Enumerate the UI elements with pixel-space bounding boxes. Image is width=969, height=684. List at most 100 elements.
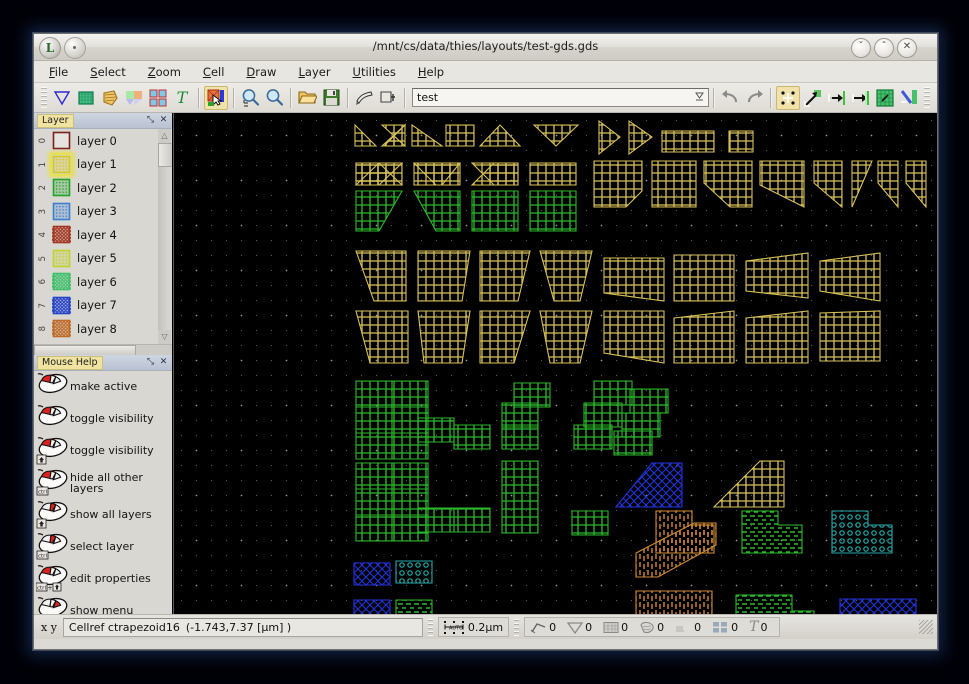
box[interactable] <box>417 417 455 443</box>
draw-array-icon[interactable] <box>147 87 169 109</box>
box[interactable] <box>355 462 393 490</box>
trapezoid-small[interactable] <box>628 119 653 156</box>
trapezoid-small[interactable] <box>478 124 522 147</box>
box[interactable] <box>453 424 491 450</box>
trapezoid[interactable] <box>417 310 471 364</box>
layer-row-8[interactable]: 8 layer 8 <box>34 317 172 341</box>
snap-point-icon[interactable] <box>776 85 800 110</box>
layer-color-swatch[interactable] <box>52 202 71 221</box>
trapezoid-small[interactable] <box>532 124 580 147</box>
polygon[interactable] <box>851 160 873 208</box>
z-shape[interactable] <box>735 594 815 614</box>
box[interactable] <box>355 380 393 408</box>
layer-list[interactable]: 0 layer 0 1 layer 1 2 layer 2 3 layer 3 4 layer 4… <box>34 129 172 344</box>
trapezoid-small[interactable] <box>354 123 378 147</box>
box[interactable] <box>355 406 393 434</box>
box[interactable] <box>573 424 613 450</box>
snap-diagonal-icon[interactable] <box>898 87 920 109</box>
menu-item-zoom[interactable]: Zoom <box>143 63 186 81</box>
trapezoid-small[interactable] <box>411 123 444 147</box>
layer-row-1[interactable]: 1 layer 1 <box>34 153 172 177</box>
trapezoid[interactable] <box>355 190 403 232</box>
box[interactable] <box>391 462 429 490</box>
polygon[interactable] <box>703 160 753 208</box>
box[interactable] <box>353 599 391 614</box>
scrollbar-trough[interactable] <box>158 143 171 330</box>
polygon[interactable] <box>593 160 643 208</box>
layer-list-scrollbar[interactable]: △ ▽ <box>158 129 172 344</box>
layer-row-6[interactable]: 6 layer 6 <box>34 270 172 294</box>
box-small[interactable] <box>728 130 754 153</box>
draw-text-icon[interactable]: T <box>171 87 193 109</box>
scroll-up-arrow-icon[interactable]: △ <box>159 130 170 142</box>
trapezoid[interactable] <box>479 250 531 302</box>
menu-item-help[interactable]: Help <box>413 63 449 81</box>
draw-circle-icon[interactable] <box>123 87 145 109</box>
trapezoid[interactable] <box>819 310 881 362</box>
box[interactable] <box>613 430 653 456</box>
save-file-icon[interactable] <box>320 87 342 109</box>
layout-canvas[interactable] <box>174 113 937 614</box>
box[interactable] <box>501 402 539 428</box>
box[interactable] <box>353 562 391 586</box>
redo-icon[interactable] <box>743 87 765 109</box>
trapezoid[interactable] <box>355 250 407 302</box>
scrollbar-thumb[interactable] <box>158 143 172 167</box>
trapezoid[interactable] <box>603 257 665 302</box>
box[interactable] <box>501 460 539 486</box>
polygon[interactable] <box>651 160 697 208</box>
cell-ref-icon[interactable] <box>377 87 399 109</box>
trapezoid[interactable] <box>529 162 577 186</box>
box[interactable] <box>501 508 539 534</box>
trapezoid[interactable] <box>603 310 665 364</box>
chevron-down-icon[interactable] <box>695 92 704 102</box>
box[interactable] <box>593 380 633 406</box>
box[interactable] <box>501 424 539 450</box>
layer-color-swatch[interactable] <box>52 155 71 174</box>
layer-row-3[interactable]: 3 layer 3 <box>34 200 172 224</box>
snap-edge-left-icon[interactable] <box>826 87 848 109</box>
polygon[interactable] <box>813 160 843 209</box>
layer-list-hscrollbar[interactable] <box>34 344 172 357</box>
box[interactable] <box>395 599 433 614</box>
triangle[interactable] <box>712 460 785 508</box>
box[interactable] <box>583 402 623 428</box>
scroll-down-arrow-icon[interactable]: ▽ <box>159 331 170 343</box>
box[interactable] <box>391 380 429 408</box>
box[interactable] <box>355 514 393 542</box>
trapezoid[interactable] <box>539 250 593 302</box>
menu-item-select[interactable]: Select <box>85 63 131 81</box>
z-shape[interactable] <box>839 598 917 614</box>
layer-row-5[interactable]: 5 layer 5 <box>34 247 172 271</box>
toolbar-grip[interactable] <box>41 87 47 108</box>
trapezoid[interactable] <box>673 310 735 364</box>
draw-box-icon[interactable] <box>75 87 97 109</box>
zoom-in-icon[interactable] <box>263 87 285 109</box>
status-grip-2[interactable] <box>514 618 520 636</box>
layer-row-2[interactable]: 2 layer 2 <box>34 176 172 200</box>
menu-item-draw[interactable]: Draw <box>241 63 281 81</box>
cell-name-combobox[interactable]: test <box>412 88 709 107</box>
box[interactable] <box>395 560 433 584</box>
layer-color-swatch[interactable] <box>35 272 86 291</box>
layer-color-swatch[interactable] <box>35 225 86 244</box>
trapezoid[interactable] <box>417 250 471 302</box>
select-pointer-icon[interactable] <box>204 85 228 110</box>
layer-panel-close-button[interactable]: ✕ <box>158 115 169 126</box>
layer-color-swatch[interactable] <box>52 178 71 197</box>
minimize-button[interactable]: ˇ <box>851 38 871 58</box>
trapezoid[interactable] <box>745 310 809 364</box>
polygon[interactable] <box>759 160 805 208</box>
zoom-fit-icon[interactable] <box>239 87 261 109</box>
box[interactable] <box>355 488 393 516</box>
layer-panel-float-button[interactable]: ⤡ <box>145 115 156 126</box>
edit-cell-icon[interactable] <box>353 87 375 109</box>
box-small[interactable] <box>661 130 715 153</box>
mouse-help-close-button[interactable]: ✕ <box>158 357 169 368</box>
status-grip[interactable] <box>427 618 433 636</box>
layout-canvas-container[interactable] <box>173 113 937 614</box>
grid-size-panel[interactable]: AUTO 0.2µm <box>437 617 510 637</box>
trapezoid[interactable] <box>479 310 531 364</box>
box[interactable] <box>355 432 393 460</box>
layer-color-swatch[interactable] <box>52 131 71 150</box>
